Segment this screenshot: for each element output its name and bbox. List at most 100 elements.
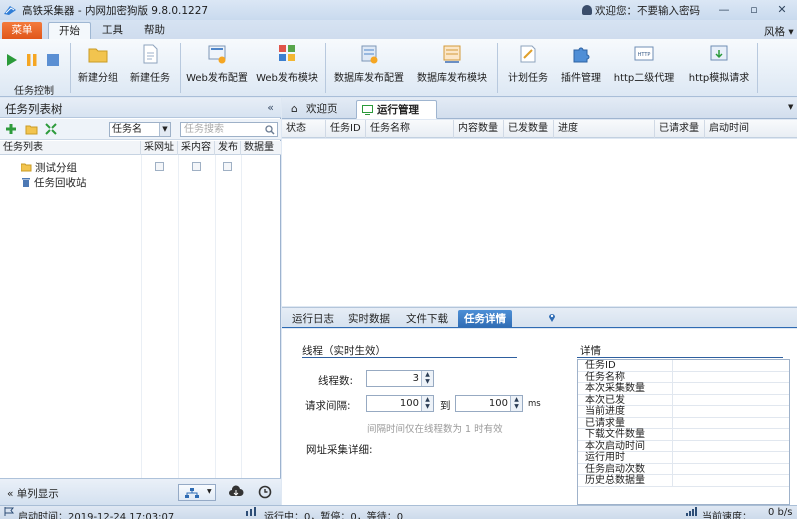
scheduled-task-button[interactable]: 计划任务 (505, 43, 551, 89)
tree-item-test-group[interactable]: 测试分组 (20, 160, 77, 175)
plugin-manager-button[interactable]: 插件管理 (557, 43, 605, 89)
col-start-time[interactable]: 启动时间 (705, 120, 797, 138)
tab-task-detail[interactable]: 任务详情 (458, 310, 512, 328)
new-task-button[interactable]: 新建任务 (128, 43, 172, 89)
start-icon[interactable] (6, 53, 18, 67)
user-welcome[interactable]: 欢迎您：不要输入密码 (582, 3, 700, 18)
tab-file-download[interactable]: 文件下载 (400, 310, 454, 328)
tab-run-log[interactable]: 运行日志 (286, 310, 340, 328)
db-publish-config-button[interactable]: 数据库发布配置 (332, 43, 406, 89)
detail-row: 本次已发 (578, 394, 789, 406)
web-publish-config-button[interactable]: Web发布配置 (186, 43, 248, 89)
chevron-down-icon: ▼ (207, 488, 212, 495)
db-publish-module-button[interactable]: 数据库发布模块 (415, 43, 489, 89)
close-button[interactable]: ✕ (772, 2, 792, 18)
tab-help[interactable]: 帮助 (134, 22, 175, 39)
column-divider (141, 155, 142, 505)
status-run-text: 运行中：0，暂停：0，等待：0 (264, 512, 404, 519)
tab-list-dropdown-icon[interactable]: ▼ (788, 103, 793, 111)
pause-icon[interactable] (26, 53, 38, 67)
stepper-arrows-icon[interactable]: ▲ ▼ (421, 371, 433, 386)
task-search-input[interactable] (180, 122, 278, 137)
thread-section-title: 线程（实时生效） (302, 345, 386, 357)
stop-icon[interactable] (46, 53, 60, 67)
tab-start[interactable]: 开始 (48, 22, 91, 39)
collect-content-checkbox[interactable] (192, 162, 201, 171)
maximize-button[interactable]: ▫ (744, 2, 764, 18)
grid-line (672, 452, 673, 464)
section-divider (577, 357, 783, 358)
col-collect-content[interactable]: 采内容 (178, 141, 215, 155)
status-start-time: 启动时间：2019-12-24 17:03:07 (4, 507, 174, 519)
interval-to-stepper[interactable]: 100 ▲ ▼ (455, 395, 523, 412)
http-request-icon (710, 45, 728, 61)
tab-run-management-label: 运行管理 (377, 104, 419, 116)
main-menu-button[interactable]: 菜单 (2, 22, 42, 39)
grid-line (672, 360, 673, 372)
single-column-toggle[interactable]: « 单列显示 (7, 486, 59, 501)
http-proxy-button[interactable]: HTTP http二级代理 (612, 43, 676, 89)
tab-location[interactable] (532, 310, 572, 328)
style-menu[interactable]: 风格 ▾ (764, 24, 794, 39)
search-field-select[interactable]: 任务名 ▼ (109, 122, 171, 137)
tab-realtime-data[interactable]: 实时数据 (342, 310, 396, 328)
tab-run-management[interactable]: 运行管理 (356, 100, 437, 119)
interval-hint: 间隔时间仅在线程数为 1 时有效 (367, 424, 503, 435)
tab-tools[interactable]: 工具 (92, 22, 133, 39)
home-icon: ⌂ (291, 103, 298, 115)
ribbon-toolbar: 任务控制 新建分组 新建任务 Web发布配置 Web发布模块 数据库发布配置 数… (0, 39, 797, 97)
tab-welcome[interactable]: ⌂ 欢迎页 (286, 100, 356, 119)
publish-checkbox[interactable] (223, 162, 232, 171)
expand-all-icon[interactable] (45, 123, 57, 135)
threads-stepper[interactable]: 3 ▲ ▼ (366, 370, 434, 387)
task-tree-toolbar: 任务名 ▼ (0, 119, 281, 140)
new-group-label: 新建分组 (78, 73, 118, 84)
col-progress[interactable]: 进度 (554, 120, 655, 138)
status-bar: 启动时间：2019-12-24 17:03:07 运行中：0，暂停：0，等待：0… (0, 505, 797, 519)
col-requested[interactable]: 已请求量 (655, 120, 705, 138)
stepper-arrows-icon[interactable]: ▲ ▼ (510, 396, 522, 411)
web-config-icon (208, 45, 226, 64)
col-status[interactable]: 状态 (282, 120, 326, 138)
col-published-count[interactable]: 已发数量 (504, 120, 554, 138)
stepper-arrows-icon[interactable]: ▲ ▼ (421, 396, 433, 411)
col-publish[interactable]: 发布 (215, 141, 241, 155)
collect-url-checkbox[interactable] (155, 162, 164, 171)
section-divider (302, 357, 517, 358)
web-publish-module-label: Web发布模块 (256, 73, 318, 84)
new-group-button[interactable]: 新建分组 (76, 43, 120, 89)
col-collect-url[interactable]: 采网址 (141, 141, 178, 155)
grid-line (672, 383, 673, 395)
col-data-count[interactable]: 数据量 (241, 141, 281, 155)
open-folder-icon[interactable] (25, 123, 38, 135)
interval-from-stepper[interactable]: 100 ▲ ▼ (366, 395, 434, 412)
detail-row: 本次启动时间 (578, 440, 789, 452)
interval-label: 请求间隔: (305, 400, 351, 412)
detail-row: 运行用时 (578, 452, 789, 464)
search-icon[interactable] (265, 125, 275, 135)
col-task-name[interactable]: 任务名称 (366, 120, 454, 138)
detail-row: 任务启动次数 (578, 463, 789, 475)
column-divider (178, 155, 179, 505)
run-table-body[interactable] (282, 139, 797, 306)
tree-item-recycle-bin[interactable]: 任务回收站 (21, 175, 87, 190)
task-tree-panel: 任务列表树 « 任务名 ▼ 任务列表 采网址 采内容 发布 数据量 测试分组 任务… (0, 98, 281, 505)
clock-icon[interactable] (258, 485, 272, 499)
http-simulate-button[interactable]: http模拟请求 (687, 43, 751, 89)
col-task-list[interactable]: 任务列表 (0, 141, 141, 155)
http-proxy-label: http二级代理 (613, 73, 675, 84)
grid-line (672, 463, 673, 475)
cloud-download-icon[interactable] (228, 485, 244, 499)
add-icon[interactable] (5, 123, 17, 135)
network-layout-button[interactable]: ▼ (178, 484, 216, 501)
new-task-label: 新建任务 (130, 73, 170, 84)
minimize-button[interactable]: — (714, 2, 734, 18)
grid-line (672, 429, 673, 441)
detail-grid: 任务ID 任务名称 本次采集数量 本次已发 当前进度 已请求量 下载文件数量 本… (577, 359, 790, 505)
grid-line (672, 371, 673, 383)
col-task-id[interactable]: 任务ID (326, 120, 366, 138)
web-publish-module-button[interactable]: Web发布模块 (256, 43, 318, 89)
collapse-panel-button[interactable]: « (267, 101, 274, 114)
detail-row: 当前进度 (578, 406, 789, 418)
col-content-count[interactable]: 内容数量 (454, 120, 504, 138)
